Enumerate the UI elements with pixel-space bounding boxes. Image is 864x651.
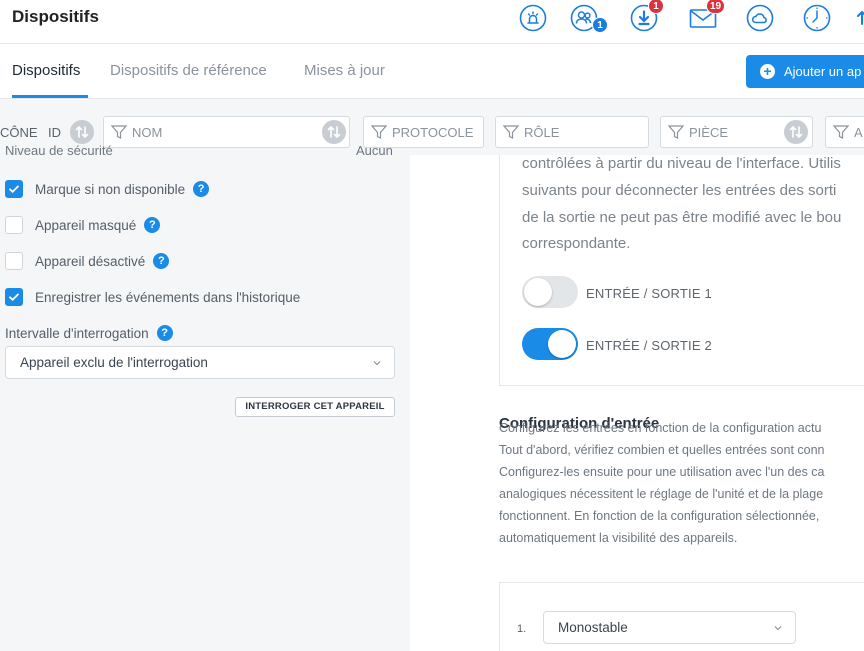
- hidden-device-label: Appareil masqué: [35, 217, 137, 233]
- room-filter-placeholder: PIÈCE: [689, 124, 729, 140]
- download-badge: 1: [648, 0, 664, 14]
- protocol-filter-placeholder: PROTOCOLE: [392, 124, 474, 140]
- check-icon: [9, 185, 19, 194]
- log-events-row[interactable]: Enregistrer les événements dans l'histor…: [5, 288, 300, 306]
- toggle-knob: [524, 278, 552, 306]
- mark-unavailable-label: Marque si non disponible: [35, 181, 186, 197]
- mark-unavailable-checkbox[interactable]: [5, 180, 23, 198]
- log-events-checkbox[interactable]: [5, 288, 23, 306]
- app-title: Dispositifs: [12, 7, 99, 26]
- device-settings-panel: Niveau de sécurité Aucun Marque si non d…: [0, 143, 410, 651]
- id-column-header: ID: [48, 125, 61, 140]
- add-device-button[interactable]: + Ajouter un ap: [746, 55, 864, 88]
- chevron-down-icon: [774, 626, 782, 631]
- cut-filter-input[interactable]: A: [825, 116, 864, 148]
- security-level-value: Aucun: [356, 143, 393, 158]
- disabled-device-label: Appareil désactivé: [35, 253, 146, 269]
- tab-dispositifs[interactable]: Dispositifs: [12, 62, 80, 79]
- io-description-line: de la sortie ne peut pas être modifié av…: [522, 209, 842, 226]
- help-icon[interactable]: ?: [153, 253, 170, 269]
- io-2-label: ENTRÉE / SORTIE 2: [586, 338, 712, 353]
- input-config-line: fonctionnent. En fonction de la configur…: [499, 509, 820, 523]
- input-mode-select[interactable]: Monostable: [543, 611, 796, 644]
- upload-icon[interactable]: [856, 4, 864, 32]
- clock-icon[interactable]: [803, 4, 831, 32]
- log-events-label: Enregistrer les événements dans l'histor…: [35, 289, 301, 305]
- filter-icon: [110, 125, 128, 139]
- input-config-line: Configurez les entrées en fonction de la…: [499, 421, 822, 435]
- chevron-down-icon: [373, 361, 381, 366]
- poll-interval-label: Intervalle d'interrogation: [5, 325, 149, 341]
- poll-device-button[interactable]: INTERROGER CET APPAREIL: [235, 397, 395, 417]
- tab-updates[interactable]: Mises à jour: [304, 62, 385, 79]
- input-config-line: Configurez-les ensuite pour une utilisat…: [499, 465, 825, 479]
- input-config-line: analogiques nécessitent le réglage de l'…: [499, 487, 824, 501]
- name-filter-input[interactable]: NOM: [103, 116, 350, 148]
- tab-reference-devices[interactable]: Dispositifs de référence: [110, 62, 267, 79]
- poll-interval-select[interactable]: Appareil exclu de l'interrogation: [5, 346, 395, 379]
- top-header: Dispositifs 1 1 19: [0, 0, 864, 44]
- input-row-number: 1.: [517, 623, 527, 635]
- filter-icon: [667, 125, 685, 139]
- help-icon[interactable]: ?: [156, 325, 173, 341]
- name-filter-placeholder: NOM: [132, 124, 163, 140]
- role-filter-input[interactable]: RÔLE: [495, 116, 649, 148]
- io-control-card: contrôlées à partir du niveau de l'inter…: [499, 155, 864, 386]
- filter-icon: [502, 125, 520, 139]
- security-level-label: Niveau de sécurité: [5, 143, 113, 158]
- mark-unavailable-row[interactable]: Marque si non disponible ?: [5, 180, 210, 198]
- check-icon: [9, 293, 19, 302]
- poll-interval-value: Appareil exclu de l'interrogation: [20, 355, 208, 370]
- role-filter-placeholder: RÔLE: [524, 124, 560, 140]
- filter-icon: [370, 125, 388, 139]
- hidden-device-checkbox[interactable]: [5, 216, 23, 234]
- disabled-device-row[interactable]: Appareil désactivé ?: [5, 252, 170, 270]
- users-badge: 1: [592, 17, 608, 33]
- input-config-line: Tout d'abord, vérifiez combien et quelle…: [499, 443, 825, 457]
- help-icon[interactable]: ?: [193, 181, 210, 197]
- messages-badge: 19: [706, 0, 726, 14]
- toggle-knob: [548, 330, 576, 358]
- active-tab-indicator: [12, 95, 88, 98]
- io-1-label: ENTRÉE / SORTIE 1: [586, 286, 712, 301]
- filter-icon: [832, 125, 850, 139]
- weather-icon[interactable]: [746, 4, 774, 32]
- io-description-line: contrôlées à partir du niveau de l'inter…: [522, 155, 841, 172]
- alarm-icon[interactable]: [519, 4, 547, 32]
- sort-room-icon[interactable]: [784, 120, 808, 144]
- io-description-line: suivants pour déconnecter les entrées de…: [522, 182, 837, 199]
- poll-interval-label-row: Intervalle d'interrogation ?: [5, 325, 173, 341]
- input-config-line: automatiquement la visibilité des appare…: [499, 531, 738, 545]
- io-1-toggle[interactable]: [522, 276, 578, 308]
- plus-icon: +: [760, 64, 775, 79]
- sort-id-icon[interactable]: [70, 120, 94, 144]
- hidden-device-row[interactable]: Appareil masqué ?: [5, 216, 161, 234]
- sort-name-icon[interactable]: [322, 120, 346, 144]
- add-device-label: Ajouter un ap: [784, 64, 862, 79]
- io-2-toggle[interactable]: [522, 328, 578, 360]
- cut-filter-placeholder: A: [854, 124, 863, 140]
- tab-bar: Dispositifs Dispositifs de référence Mis…: [0, 44, 864, 99]
- help-icon[interactable]: ?: [144, 217, 161, 233]
- input-mode-value: Monostable: [558, 620, 628, 635]
- disabled-device-checkbox[interactable]: [5, 252, 23, 270]
- input-row-card: 1. Monostable: [499, 582, 864, 651]
- io-description-line: correspondante.: [522, 235, 631, 252]
- icon-column-header: CÔNE: [0, 125, 38, 140]
